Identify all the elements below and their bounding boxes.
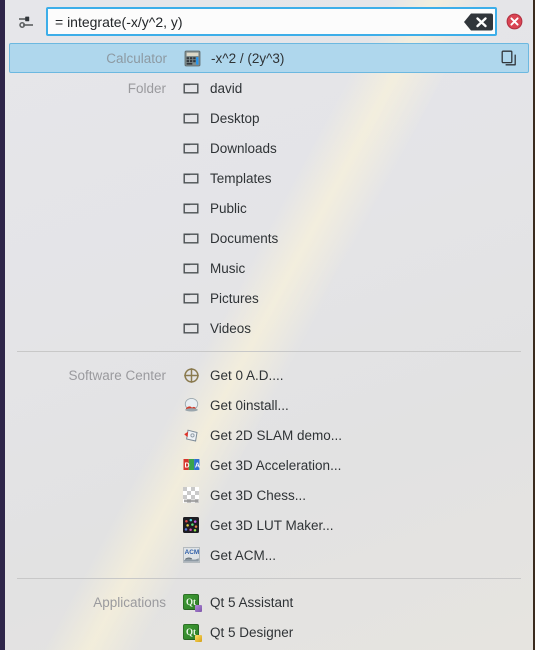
category-label-applications: Applications [93, 594, 166, 610]
svg-text:D: D [184, 462, 189, 469]
result-row-software-3d-chess[interactable]: Get 3D Chess... [5, 480, 533, 510]
results-list: Calculator -x^2 / (2y^3) Folder david De… [5, 43, 533, 650]
lut-maker-icon [180, 514, 202, 536]
result-label: Get 0 A.D.... [210, 367, 284, 383]
result-label: Get 3D Chess... [210, 487, 307, 503]
result-row-folder-music[interactable]: Music [5, 253, 533, 283]
result-label: Downloads [210, 140, 277, 156]
calculator-icon [181, 47, 203, 69]
result-row-software-slam[interactable]: Get 2D SLAM demo... [5, 420, 533, 450]
qt-designer-icon: Qt [180, 621, 202, 643]
result-label: Get 2D SLAM demo... [210, 427, 343, 443]
result-row-app-qt-assistant[interactable]: Applications Qt Qt 5 Assistant [5, 587, 533, 617]
qt-assistant-icon: Qt [180, 591, 202, 613]
result-label: Get 3D LUT Maker... [210, 517, 334, 533]
folder-icon [180, 317, 202, 339]
result-label: Documents [210, 230, 279, 246]
folder-icon [180, 287, 202, 309]
result-row-software-0install[interactable]: Get 0install... [5, 390, 533, 420]
result-label: Music [210, 260, 246, 276]
slam-demo-icon [180, 424, 202, 446]
result-row-folder-documents[interactable]: Documents [5, 223, 533, 253]
result-row-software-acm[interactable]: ACM Get ACM... [5, 540, 533, 570]
krunner-window: Calculator -x^2 / (2y^3) [0, 0, 535, 650]
clear-text-icon[interactable] [463, 11, 493, 32]
section-separator [17, 351, 521, 352]
result-row-folder-public[interactable]: Public [5, 193, 533, 223]
folder-icon [180, 137, 202, 159]
search-bar [5, 0, 533, 43]
search-field[interactable] [46, 7, 497, 36]
folder-icon [180, 167, 202, 189]
category-label-calculator: Calculator [106, 50, 167, 66]
zero-ad-icon [180, 364, 202, 386]
result-label: Desktop [210, 110, 260, 126]
result-row-calculator[interactable]: Calculator -x^2 / (2y^3) [9, 43, 529, 73]
zeroinstall-icon [180, 394, 202, 416]
result-label: Pictures [210, 290, 259, 306]
result-label: Get 0install... [210, 397, 289, 413]
result-row-folder-david[interactable]: Folder david [5, 73, 533, 103]
result-row-folder-templates[interactable]: Templates [5, 163, 533, 193]
acceleration-icon: D A [180, 454, 202, 476]
svg-text:A: A [194, 462, 199, 469]
result-label: Videos [210, 320, 252, 336]
result-row-folder-downloads[interactable]: Downloads [5, 133, 533, 163]
result-label: Qt 5 Assistant [210, 594, 294, 610]
result-label: Get 3D Acceleration... [210, 457, 342, 473]
result-label: david [210, 80, 243, 96]
result-label: Public [210, 200, 247, 216]
result-label: Get ACM... [210, 547, 277, 563]
category-label-folder: Folder [127, 80, 166, 96]
result-row-software-0ad[interactable]: Software Center Get 0 A.D.... [5, 360, 533, 390]
result-row-software-3d-acceleration[interactable]: D A Get 3D Acceleration... [5, 450, 533, 480]
result-row-folder-pictures[interactable]: Pictures [5, 283, 533, 313]
search-input[interactable] [48, 9, 495, 34]
folder-icon [180, 107, 202, 129]
folder-icon [180, 77, 202, 99]
result-row-software-lut-maker[interactable]: Get 3D LUT Maker... [5, 510, 533, 540]
category-label-software-center: Software Center [68, 367, 166, 383]
acm-icon: ACM [180, 544, 202, 566]
folder-icon [180, 197, 202, 219]
svg-text:ACM: ACM [184, 549, 199, 556]
chess-icon [180, 484, 202, 506]
result-label: Qt 5 Designer [210, 624, 294, 640]
folder-icon [180, 257, 202, 279]
close-icon[interactable] [505, 13, 523, 31]
configure-sliders-icon[interactable] [11, 7, 41, 37]
result-row-folder-desktop[interactable]: Desktop [5, 103, 533, 133]
result-label: Templates [210, 170, 272, 186]
result-row-folder-videos[interactable]: Videos [5, 313, 533, 343]
result-row-app-qt-designer[interactable]: Qt Qt 5 Designer [5, 617, 533, 647]
folder-icon [180, 227, 202, 249]
result-label: -x^2 / (2y^3) [211, 50, 285, 66]
section-separator [17, 578, 521, 579]
copy-icon[interactable] [498, 47, 520, 69]
